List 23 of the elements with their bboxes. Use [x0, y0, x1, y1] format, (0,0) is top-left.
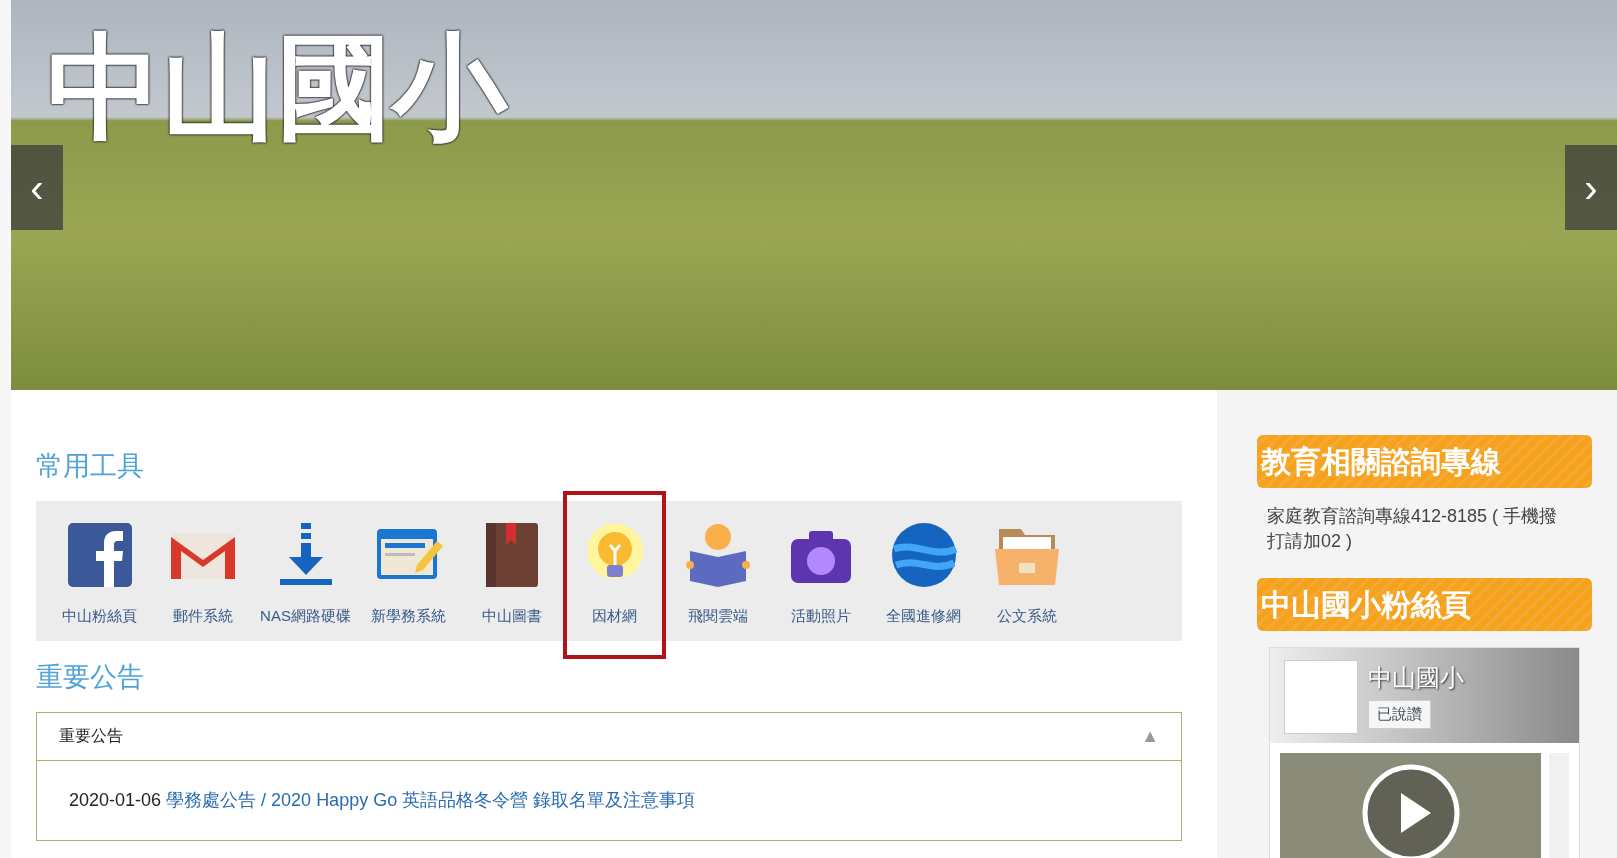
play-icon[interactable]: [1360, 763, 1461, 858]
tool-link[interactable]: NAS網路硬碟: [254, 514, 357, 637]
tool-link[interactable]: 公文系統: [975, 514, 1078, 637]
panel-title: 重要公告: [59, 726, 123, 746]
hotline-text: 家庭教育諮詢專線412-8185 ( 手機撥打請加02 ): [1266, 505, 1559, 554]
tool-link[interactable]: 郵件系統: [151, 514, 254, 637]
like-button[interactable]: 已說讚: [1368, 700, 1431, 729]
notice-item: 2020-01-06 學務處公告 / 2020 Happy Go 英語品格冬令營 錄取名單及注意事項: [69, 788, 697, 812]
tool-link[interactable]: 因材網: [563, 490, 666, 659]
sidebar-heading: 教育相關諮詢專線: [1257, 435, 1592, 488]
notice-link[interactable]: 學務處公告 / 2020 Happy Go 英語品格冬令營 錄取名單及注意事項: [166, 789, 696, 810]
tool-link[interactable]: 中山粉絲頁: [48, 514, 151, 637]
section-heading: 常用工具: [36, 450, 145, 483]
page-name: 中山國小: [1368, 663, 1464, 694]
sidebar-heading: 中山國小粉絲頁: [1257, 578, 1592, 632]
tool-link[interactable]: 飛閱雲端: [666, 514, 769, 637]
tool-link[interactable]: 中山圖書: [460, 514, 563, 637]
carousel-next-button[interactable]: ›: [1565, 145, 1617, 230]
tool-link[interactable]: 新學務系統: [357, 514, 460, 637]
tool-link[interactable]: 活動照片: [769, 514, 872, 637]
tool-link[interactable]: 全國進修網: [872, 514, 975, 637]
carousel-prev-button[interactable]: ‹: [11, 145, 63, 230]
section-heading: 重要公告: [36, 661, 145, 694]
